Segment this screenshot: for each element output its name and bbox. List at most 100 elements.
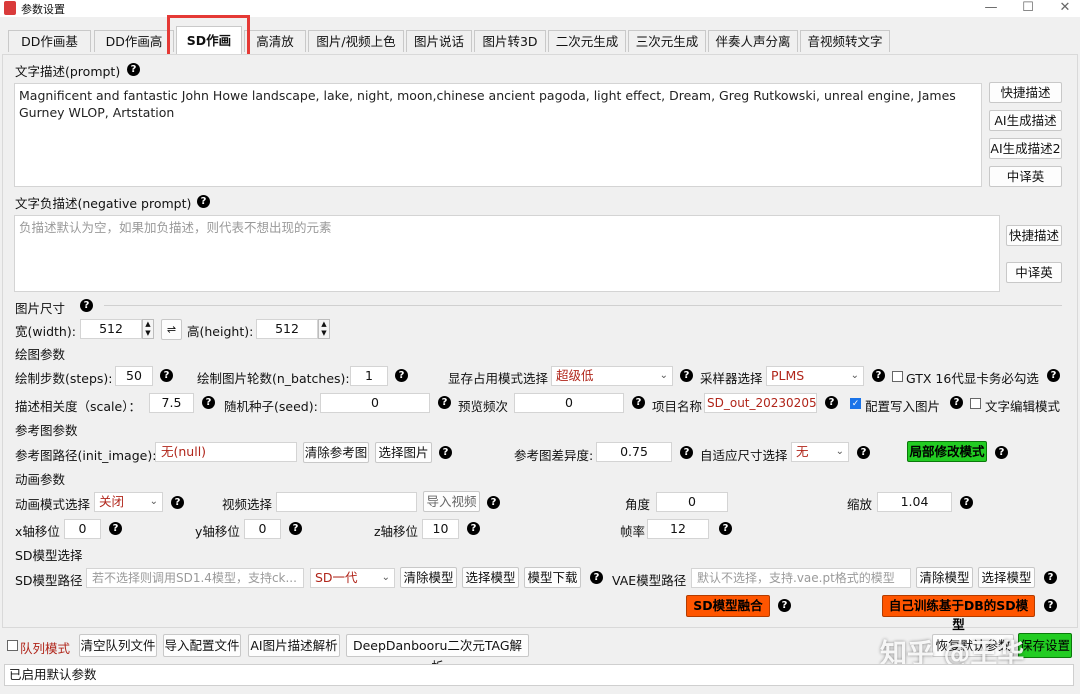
help-icon[interactable]: ? [950,396,963,409]
init-image-input[interactable]: 无(null) [155,442,297,462]
tab-talking-image[interactable]: 图片说话 [406,30,472,52]
help-icon[interactable]: ? [289,522,302,535]
help-icon[interactable]: ? [1047,369,1060,382]
import-config-button[interactable]: 导入配置文件 [163,634,241,657]
image-size-label: 图片尺寸 [15,301,66,316]
help-icon[interactable]: ? [857,446,870,459]
fps-input[interactable]: 12 [647,519,709,539]
choose-model-button[interactable]: 选择模型 [462,567,519,588]
height-input[interactable]: 512 [256,319,318,339]
import-video-button[interactable]: 导入视频 [423,491,480,512]
anim-mode-select[interactable]: 关闭 ⌄ [94,492,163,512]
gtx-checkbox[interactable] [892,371,903,382]
minimize-button[interactable]: — [976,0,1006,17]
text-edit-checkbox[interactable] [970,398,981,409]
model-path-label: SD模型路径 [15,573,83,588]
z-shift-input[interactable]: 10 [422,519,459,539]
help-icon[interactable]: ? [825,396,838,409]
tab-image-to-3d[interactable]: 图片转3D [474,30,546,52]
video-input[interactable] [276,492,417,512]
help-icon[interactable]: ? [1044,571,1057,584]
write-config-checkbox[interactable]: ✓ [850,398,861,409]
choose-vae-button[interactable]: 选择模型 [978,567,1035,588]
queue-mode-checkbox[interactable] [7,640,18,651]
tab-speech-to-text[interactable]: 音视频转文字 [800,30,890,52]
tab-anime-gen[interactable]: 二次元生成 [548,30,626,52]
y-shift-input[interactable]: 0 [244,519,281,539]
vram-mode-select[interactable]: 超级低 ⌄ [551,366,673,386]
zoom-input[interactable]: 1.04 [877,492,952,512]
help-icon[interactable]: ? [719,522,732,535]
download-model-button[interactable]: 模型下载 [524,567,581,588]
save-settings-button[interactable]: 保存设置 [1018,633,1072,658]
translate-button[interactable]: 中译英 [989,166,1062,187]
ai-prompt2-button[interactable]: AI生成描述2 [989,138,1062,159]
help-icon[interactable]: ? [467,522,480,535]
help-icon[interactable]: ? [80,299,93,312]
choose-image-button[interactable]: 选择图片 [375,442,432,463]
help-icon[interactable]: ? [590,571,603,584]
tab-dd-basic[interactable]: DD作画基本 [8,30,91,70]
steps-input[interactable]: 50 [115,366,153,386]
negative-quick-button[interactable]: 快捷描述 [1006,225,1062,246]
help-icon[interactable]: ? [127,63,140,76]
seed-input[interactable]: 0 [320,393,430,413]
help-icon[interactable]: ? [109,522,122,535]
ai-prompt-button[interactable]: AI生成描述 [989,110,1062,131]
clear-vae-button[interactable]: 清除模型 [916,567,973,588]
angle-input[interactable]: 0 [656,492,728,512]
ai-image-parse-button[interactable]: AI图片描述解析 [248,634,340,657]
width-stepper[interactable]: ▲ ▼ [142,319,154,339]
prompt-textarea[interactable]: Magnificent and fantastic John Howe land… [14,83,982,187]
scale-input[interactable]: 7.5 [149,393,194,413]
swap-size-button[interactable]: ⇌ [161,319,182,340]
width-input[interactable]: 512 [80,319,142,339]
model-version-value: SD一代 [315,570,358,585]
model-version-select[interactable]: SD一代 ⌄ [310,568,395,588]
help-icon[interactable]: ? [1044,599,1057,612]
project-name-input[interactable]: SD_out_20230205 [704,393,817,413]
height-stepper[interactable]: ▲ ▼ [318,319,330,339]
model-merge-button[interactable]: SD模型融合 [686,595,770,617]
clear-ref-button[interactable]: 清除参考图 [303,442,369,463]
help-icon[interactable]: ? [171,496,184,509]
negative-translate-button[interactable]: 中译英 [1006,262,1062,283]
tab-colorize[interactable]: 图片/视频上色 [308,30,404,52]
clear-model-button[interactable]: 清除模型 [400,567,457,588]
sampler-select[interactable]: PLMS ⌄ [766,366,864,386]
negative-prompt-textarea[interactable]: 负描述默认为空，如果加负描述，则代表不想出现的元素 [14,215,1000,292]
preview-input[interactable]: 0 [514,393,624,413]
help-icon[interactable]: ? [680,446,693,459]
help-icon[interactable]: ? [680,369,693,382]
quick-prompt-button[interactable]: 快捷描述 [989,82,1062,103]
tab-upscale[interactable]: 高清放大 [244,30,306,70]
train-db-model-button[interactable]: 自己训练基于DB的SD模型 [882,595,1035,632]
clear-queue-button[interactable]: 清空队列文件 [79,634,157,657]
help-icon[interactable]: ? [632,396,645,409]
help-icon[interactable]: ? [395,369,408,382]
fps-label: 帧率 [620,524,646,539]
tab-vocal-separate[interactable]: 伴奏人声分离 [708,30,798,52]
vae-path-input[interactable]: 默认不选择，支持.vae.pt格式的模型 [691,568,911,588]
help-icon[interactable]: ? [160,369,173,382]
help-icon[interactable]: ? [872,369,885,382]
help-icon[interactable]: ? [995,446,1008,459]
maximize-button[interactable]: ☐ [1013,0,1043,17]
tab-dd-advanced[interactable]: DD作画高级 [94,30,174,70]
help-icon[interactable]: ? [438,396,451,409]
help-icon[interactable]: ? [487,496,500,509]
deepdanbooru-parse-button[interactable]: DeepDanbooru二次元TAG解析 [346,634,529,674]
help-icon[interactable]: ? [439,446,452,459]
close-button[interactable]: ✕ [1050,0,1080,17]
help-icon[interactable]: ? [197,195,210,208]
model-path-input[interactable]: 若不选择则调用SD1.4模型，支持ck... [86,568,304,588]
help-icon[interactable]: ? [778,599,791,612]
help-icon[interactable]: ? [202,396,215,409]
batches-input[interactable]: 1 [350,366,388,386]
help-icon[interactable]: ? [960,496,973,509]
x-shift-input[interactable]: 0 [64,519,101,539]
strength-input[interactable]: 0.75 [596,442,672,462]
inpaint-mode-button[interactable]: 局部修改模式 [907,441,987,462]
fit-size-select[interactable]: 无 ⌄ [791,442,849,462]
tab-real-gen[interactable]: 三次元生成 [628,30,706,52]
